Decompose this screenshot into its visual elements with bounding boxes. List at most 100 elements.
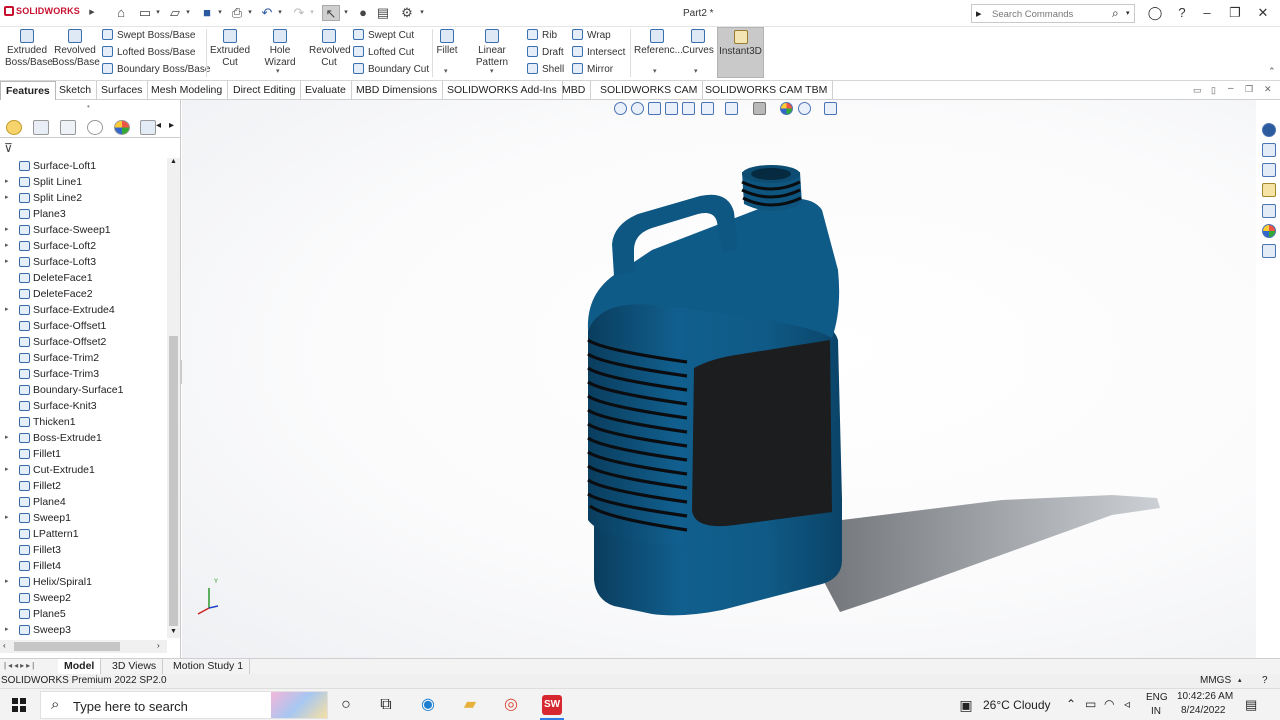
design-library-icon[interactable] xyxy=(1262,163,1276,177)
curves-dropdown-icon[interactable]: ▾ xyxy=(694,67,698,75)
tree-node[interactable]: ▸ Split Line1 xyxy=(0,174,167,190)
tree-node[interactable]: ▸ Cut-Extrude1 xyxy=(0,462,167,478)
language-indicator[interactable]: ENG xyxy=(1146,692,1168,703)
search-icon[interactable]: ⌕ xyxy=(1112,6,1119,21)
draft-button[interactable]: Draft xyxy=(527,46,564,60)
tree-node[interactable]: Fillet2 xyxy=(0,478,167,494)
tab-mbd-dimensions[interactable]: MBD Dimensions xyxy=(351,81,444,100)
custom-properties-icon[interactable] xyxy=(1262,244,1276,258)
jug-model-svg[interactable] xyxy=(182,100,1256,658)
rib-button[interactable]: Rib xyxy=(527,29,557,43)
boundary-boss-button[interactable]: Boundary Boss/Base xyxy=(102,63,210,77)
tree-node[interactable]: LPattern1 xyxy=(0,526,167,542)
appearances-icon[interactable] xyxy=(1262,224,1276,238)
status-help-icon[interactable]: ? xyxy=(1262,674,1268,688)
doc-restore-button[interactable]: ❐ xyxy=(1245,84,1253,95)
tree-node[interactable]: ▸ Surface-Extrude4 xyxy=(0,302,167,318)
search-dropdown-icon[interactable]: ▾ xyxy=(1126,9,1130,17)
zoom-to-fit-icon[interactable] xyxy=(614,102,627,115)
extruded-cut-button[interactable]: Extruded Cut xyxy=(210,29,250,69)
tree-node[interactable]: DeleteFace2 xyxy=(0,286,167,302)
open-dropdown-icon[interactable]: ▾ xyxy=(184,5,192,21)
scroll-left-icon[interactable]: ‹ xyxy=(3,641,6,650)
save-dropdown-icon[interactable]: ▾ xyxy=(216,5,224,21)
view-settings-icon[interactable] xyxy=(824,102,837,115)
vertical-scroll-thumb[interactable] xyxy=(169,336,178,626)
previous-view-icon[interactable] xyxy=(648,102,661,115)
weather-text[interactable]: 26°C Cloudy xyxy=(983,698,1051,712)
doc-close-button[interactable]: ✕ xyxy=(1264,84,1272,95)
clock-time[interactable]: 10:42:26 AM xyxy=(1177,691,1233,702)
property-manager-icon[interactable] xyxy=(33,120,49,135)
tree-node[interactable]: Sweep2 xyxy=(0,590,167,606)
tree-node[interactable]: DeleteFace1 xyxy=(0,270,167,286)
tree-node[interactable]: Surface-Offset1 xyxy=(0,318,167,334)
reference-geometry-button[interactable]: Referenc... xyxy=(634,29,683,57)
tree-node[interactable]: Surface-Knit3 xyxy=(0,398,167,414)
tree-node[interactable]: ▸ Surface-Loft3 xyxy=(0,254,167,270)
expand-arrow-icon[interactable]: ▸ xyxy=(5,238,9,254)
tree-node[interactable]: Surface-Offset2 xyxy=(0,334,167,350)
tree-node[interactable]: Plane5 xyxy=(0,606,167,622)
tree-node[interactable]: Plane3 xyxy=(0,206,167,222)
linear-pattern-dropdown-icon[interactable]: ▾ xyxy=(490,67,494,75)
tab-solidworks-add-ins[interactable]: SOLIDWORKS Add-Ins xyxy=(442,81,563,100)
swept-boss-button[interactable]: Swept Boss/Base xyxy=(102,29,195,43)
lofted-cut-button[interactable]: Lofted Cut xyxy=(353,46,414,60)
rebuild-icon[interactable]: ● xyxy=(354,5,372,21)
minimize-button[interactable]: – xyxy=(1198,4,1216,22)
search-commands-box[interactable]: ▸ Search Commands ⌕ ▾ xyxy=(971,4,1135,23)
tree-node[interactable]: Surface-Trim3 xyxy=(0,366,167,382)
print-dropdown-icon[interactable]: ▾ xyxy=(246,5,254,21)
hide-show-items-icon[interactable] xyxy=(753,102,766,115)
edge-icon[interactable]: ◉ xyxy=(418,695,438,715)
tree-node[interactable]: ▸ Split Line2 xyxy=(0,190,167,206)
print-icon[interactable]: ⎙ xyxy=(228,5,246,21)
expand-arrow-icon[interactable]: ▸ xyxy=(5,462,9,478)
options-gear-icon[interactable]: ⚙ xyxy=(398,5,416,21)
extruded-boss-button[interactable]: Extruded Boss/Base xyxy=(5,29,53,69)
dimxpert-icon[interactable] xyxy=(87,120,103,135)
expand-arrow-icon[interactable]: ▸ xyxy=(5,430,9,446)
unit-system[interactable]: MMGS xyxy=(1200,674,1231,688)
tree-node[interactable]: Boundary-Surface1 xyxy=(0,382,167,398)
tabs-left-arrow-icon[interactable]: ◂ xyxy=(156,120,161,131)
horizontal-scroll-thumb[interactable] xyxy=(14,642,120,651)
feature-manager-icon[interactable] xyxy=(6,120,22,135)
tree-horizontal-scrollbar[interactable]: ‹ › xyxy=(0,640,167,653)
file-explorer-taskbar-icon[interactable]: ▰ xyxy=(460,695,480,715)
filter-icon[interactable]: ⊽ xyxy=(4,141,13,155)
expand-arrow-icon[interactable]: ▸ xyxy=(5,574,9,590)
tree-node[interactable]: Surface-Loft1 xyxy=(0,158,167,174)
tree-node[interactable]: Plane4 xyxy=(0,494,167,510)
options-dropdown-icon[interactable]: ▾ xyxy=(418,5,426,21)
solidworks-taskbar-icon[interactable]: SW xyxy=(542,695,562,715)
tab-model[interactable]: Model xyxy=(58,659,102,674)
scroll-down-icon[interactable]: ▼ xyxy=(170,628,177,635)
expand-arrow-icon[interactable]: ▸ xyxy=(5,622,9,638)
tab-motion-study[interactable]: Motion Study 1 xyxy=(167,659,251,674)
graphics-viewport[interactable]: Y xyxy=(182,100,1256,658)
wrap-button[interactable]: Wrap xyxy=(572,29,611,43)
swept-cut-button[interactable]: Swept Cut xyxy=(353,29,414,43)
chrome-icon[interactable]: ◎ xyxy=(501,695,521,715)
expand-arrow-icon[interactable]: ▸ xyxy=(5,510,9,526)
solidworks-logo[interactable]: SOLIDWORKS xyxy=(4,6,80,16)
dynamic-annotation-icon[interactable] xyxy=(682,102,695,115)
tab-solidworks-cam-tbm[interactable]: SOLIDWORKS CAM TBM xyxy=(700,81,834,100)
tab-direct-editing[interactable]: Direct Editing xyxy=(228,81,302,100)
apply-scene-icon[interactable] xyxy=(798,102,811,115)
save-icon[interactable]: ■ xyxy=(198,5,216,21)
tile-view-icon[interactable]: ▭ xyxy=(1193,85,1202,96)
linear-pattern-button[interactable]: Linear Pattern xyxy=(462,29,522,69)
task-view-icon[interactable]: ⧉ xyxy=(376,695,396,715)
tab-solidworks-cam[interactable]: SOLIDWORKS CAM xyxy=(595,81,704,100)
tree-node[interactable]: Fillet4 xyxy=(0,558,167,574)
fillet-button[interactable]: Fillet xyxy=(436,29,458,57)
clock-date[interactable]: 8/24/2022 xyxy=(1181,705,1226,716)
taskbar-search-box[interactable]: ⌕ Type here to search xyxy=(40,691,328,719)
open-icon[interactable]: ▱ xyxy=(166,5,184,21)
view-orientation-icon[interactable] xyxy=(701,102,714,115)
revolved-boss-button[interactable]: Revolved Boss/Base xyxy=(52,29,100,69)
section-view-icon[interactable] xyxy=(665,102,678,115)
